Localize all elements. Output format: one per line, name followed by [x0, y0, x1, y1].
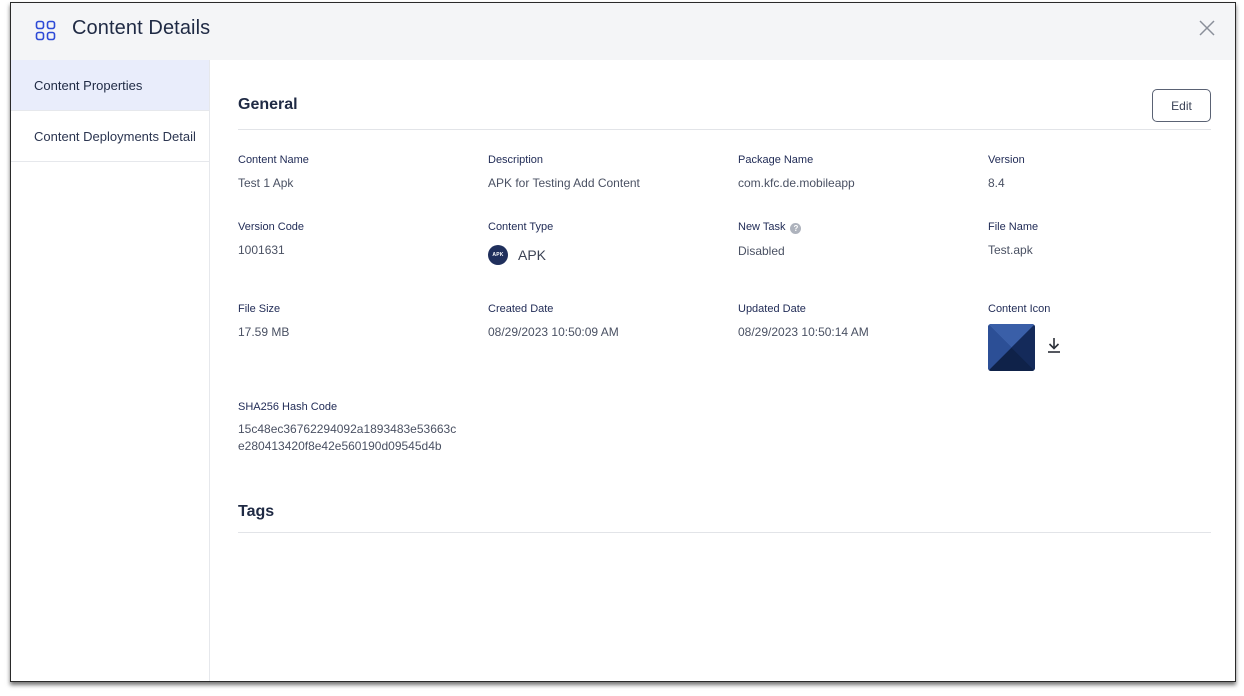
edit-button[interactable]: Edit [1152, 89, 1211, 122]
field-value: 08/29/2023 10:50:14 AM [738, 325, 869, 339]
sidebar-item-label: Content Properties [34, 77, 143, 93]
field-package-name: Package Name com.kfc.de.mobileapp [738, 154, 978, 192]
field-value: Test 1 Apk [238, 176, 294, 190]
field-content-type: Content Type APK APK [488, 221, 728, 265]
field-label: Version [988, 154, 1025, 166]
field-label: File Size [238, 303, 281, 315]
grid-icon [35, 20, 56, 41]
field-description: Description APK for Testing Add Content [488, 154, 728, 192]
field-created-date: Created Date 08/29/2023 10:50:09 AM [488, 303, 728, 341]
field-value: APK for Testing Add Content [488, 176, 640, 190]
field-label: Content Name [238, 154, 309, 166]
field-label: New Task? [738, 221, 978, 234]
general-section-title: General [238, 96, 298, 113]
tags-divider [238, 532, 1211, 533]
field-label: Created Date [488, 303, 554, 315]
dialog-header: Content Details [11, 3, 1235, 60]
field-label: Updated Date [738, 303, 806, 315]
close-icon[interactable] [1197, 18, 1217, 38]
field-value: 15c48ec36762294092a1893483e53663c e28041… [238, 421, 538, 455]
field-value: 8.4 [988, 176, 1005, 190]
field-label: Content Type [488, 221, 554, 233]
field-file-size: File Size 17.59 MB [238, 303, 478, 341]
sidebar-item-label: Content Deployments Detail [34, 128, 196, 144]
field-version-code: Version Code 1001631 [238, 221, 478, 259]
tags-section-title: Tags [238, 503, 275, 520]
main-panel: General Edit Content Name Test 1 Apk Des… [210, 60, 1235, 681]
apk-badge-icon: APK [488, 245, 508, 265]
sidebar: Content Properties Content Deployments D… [11, 60, 210, 681]
field-new-task: New Task? Disabled [738, 221, 978, 260]
content-icon-row [988, 324, 1228, 371]
field-label: Version Code [238, 221, 305, 233]
hash-line-2: e280413420f8e42e560190d09545d4b [238, 439, 442, 453]
field-updated-date: Updated Date 08/29/2023 10:50:14 AM [738, 303, 978, 341]
field-value: 08/29/2023 10:50:09 AM [488, 325, 619, 339]
help-icon[interactable]: ? [790, 223, 802, 234]
field-sha256-hash: SHA256 Hash Code 15c48ec36762294092a1893… [238, 401, 538, 455]
field-label: Package Name [738, 154, 814, 166]
sidebar-item-content-deployments-detail[interactable]: Content Deployments Detail [11, 111, 209, 162]
content-type-row: APK APK [488, 245, 728, 265]
field-value: APK [518, 247, 547, 263]
general-divider [238, 129, 1211, 130]
field-label: Content Icon [988, 303, 1051, 315]
field-value: 1001631 [238, 243, 285, 257]
field-value: com.kfc.de.mobileapp [738, 176, 855, 190]
field-value: Test.apk [988, 243, 1033, 257]
field-version: Version 8.4 [988, 154, 1228, 192]
hash-line-1: 15c48ec36762294092a1893483e53663c [238, 422, 457, 436]
field-content-icon: Content Icon [988, 303, 1228, 371]
field-value: Disabled [738, 244, 785, 258]
field-content-name: Content Name Test 1 Apk [238, 154, 478, 192]
field-label: SHA256 Hash Code [238, 401, 338, 413]
download-icon[interactable] [1046, 336, 1062, 354]
field-label: File Name [988, 221, 1039, 233]
field-file-name: File Name Test.apk [988, 221, 1228, 259]
content-icon-thumbnail [988, 324, 1035, 371]
field-label-text: New Task [738, 221, 786, 233]
field-label: Description [488, 154, 544, 166]
dialog-title: Content Details [72, 17, 211, 39]
field-value: 17.59 MB [238, 325, 290, 339]
content-details-dialog: Content Details Content Properties Conte… [10, 2, 1236, 682]
sidebar-item-content-properties[interactable]: Content Properties [11, 60, 209, 111]
